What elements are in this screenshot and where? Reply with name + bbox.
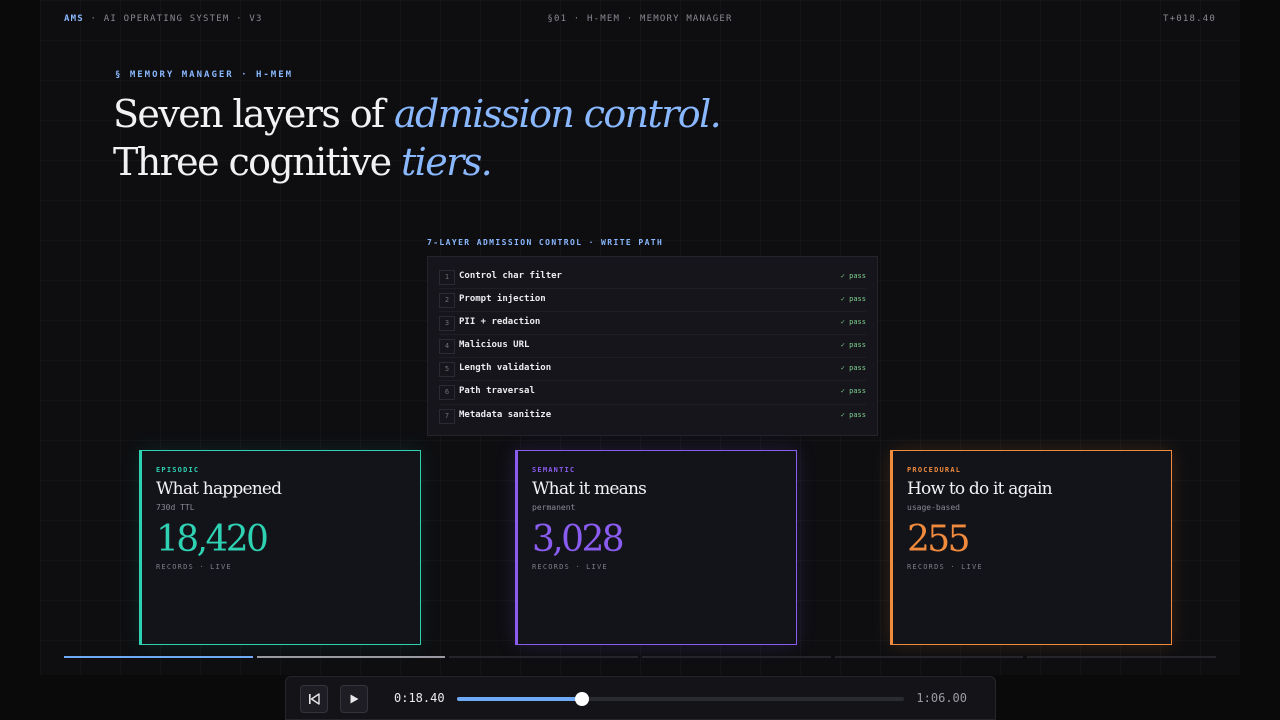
- tier-title: What it means: [532, 479, 647, 499]
- headline-line-2-accent: tiers.: [401, 140, 493, 184]
- layer-status: ✓ pass: [840, 410, 866, 419]
- layer-number: 6: [439, 385, 455, 401]
- layer-name: Metadata sanitize: [459, 409, 552, 420]
- tier-retention: permanent: [532, 503, 576, 512]
- headline-line-1: Seven layers of admission control.: [113, 90, 722, 138]
- admission-layer-row: 2 Prompt injection ✓ pass: [439, 289, 866, 313]
- headline-line-2-plain: Three cognitive: [113, 140, 402, 184]
- layer-number: 7: [439, 408, 455, 424]
- layer-number: 3: [439, 316, 455, 332]
- tier-kind: EPISODIC: [156, 466, 200, 474]
- total-time: 1:06.00: [916, 691, 967, 705]
- slide-segment[interactable]: [642, 656, 831, 658]
- tier-count-label: RECORDS · LIVE: [907, 563, 983, 571]
- tier-retention: usage-based: [907, 503, 960, 512]
- tier-kind: SEMANTIC: [532, 466, 576, 474]
- layer-number: 4: [439, 339, 455, 355]
- admission-layer-row: 1 Control char filter ✓ pass: [439, 266, 866, 290]
- scrub-track[interactable]: [457, 692, 904, 706]
- tier-record-count: 18,420: [156, 519, 269, 560]
- tier-title: How to do it again: [907, 479, 1053, 499]
- tier-card-episodic: EPISODIC What happened 730d TTL 18,420 R…: [139, 450, 421, 645]
- tier-retention: 730d TTL: [156, 503, 195, 512]
- layer-number: 2: [439, 293, 455, 309]
- layer-name: Prompt injection: [459, 294, 546, 305]
- tier-count-label: RECORDS · LIVE: [532, 563, 608, 571]
- headline-line-2: Three cognitive tiers.: [113, 138, 720, 186]
- layer-status: ✓ pass: [840, 272, 866, 280]
- tier-record-count: 3,028: [532, 519, 625, 560]
- layer-number: 1: [439, 270, 455, 285]
- layer-status: ✓ pass: [840, 387, 866, 396]
- layer-name: Malicious URL: [459, 340, 530, 351]
- layer-status: ✓ pass: [840, 341, 866, 350]
- skip-back-button[interactable]: [300, 685, 328, 713]
- hero-headline: Seven layers of admission control. Three…: [113, 90, 722, 186]
- slide-segment[interactable]: [449, 656, 638, 658]
- tier-card-procedural: PROCEDURAL How to do it again usage-base…: [890, 450, 1172, 645]
- timestamp: T+018.40: [1163, 14, 1216, 24]
- layer-number: 5: [439, 362, 455, 378]
- skip-back-icon: [309, 693, 320, 705]
- tier-card-semantic: SEMANTIC What it means permanent 3,028 R…: [515, 450, 797, 645]
- slide-segment[interactable]: [1027, 656, 1216, 658]
- top-bar: AMS · AI OPERATING SYSTEM · V3 §01 · H-M…: [64, 14, 1216, 28]
- slide-segment[interactable]: [64, 656, 253, 658]
- tier-title: What happened: [156, 479, 282, 499]
- scrub-progress-fill: [457, 697, 582, 701]
- slide-segment[interactable]: [834, 656, 1024, 658]
- layer-name: Path traversal: [459, 386, 535, 397]
- layer-status: ✓ pass: [840, 318, 866, 327]
- play-button[interactable]: [340, 685, 368, 713]
- admission-layer-row: 6 Path traversal ✓ pass: [439, 381, 866, 405]
- play-icon: [350, 694, 359, 704]
- current-time: 0:18.40: [394, 691, 445, 705]
- admission-panel: 1 Control char filter ✓ pass 2 Prompt injec…: [427, 256, 878, 436]
- tier-count-label: RECORDS · LIVE: [156, 563, 232, 571]
- slide-segment-fill: [64, 656, 253, 658]
- hero-eyebrow: § MEMORY MANAGER · H-MEM: [115, 70, 294, 80]
- tier-record-count: 255: [907, 519, 971, 560]
- slide-progress-segments: [64, 656, 1216, 659]
- admission-layer-row: 3 PII + redaction ✓ pass: [439, 312, 866, 336]
- headline-line-1-plain: Seven layers of: [113, 92, 394, 136]
- scrub-handle[interactable]: [574, 692, 589, 706]
- layer-name: Control char filter: [459, 271, 562, 281]
- slide-segment-fill: [256, 656, 446, 658]
- layer-status: ✓ pass: [840, 295, 866, 304]
- layer-status: ✓ pass: [840, 364, 866, 373]
- layer-name: Length validation: [459, 363, 552, 374]
- admission-layer-row: 5 Length validation ✓ pass: [439, 358, 866, 382]
- headline-line-1-accent: admission control.: [393, 92, 722, 136]
- playback-controls: 0:18.40 1:06.00: [285, 676, 996, 720]
- slide-segment[interactable]: [256, 656, 446, 658]
- admission-layer-row: 7 Metadata sanitize ✓ pass: [439, 405, 866, 428]
- admission-layer-row: 4 Malicious URL ✓ pass: [439, 335, 866, 359]
- admission-panel-title: 7-LAYER ADMISSION CONTROL · WRITE PATH: [427, 238, 664, 247]
- layer-name: PII + redaction: [459, 317, 541, 328]
- section-label: §01 · H-MEM · MEMORY MANAGER: [547, 14, 733, 24]
- tier-kind: PROCEDURAL: [907, 466, 962, 474]
